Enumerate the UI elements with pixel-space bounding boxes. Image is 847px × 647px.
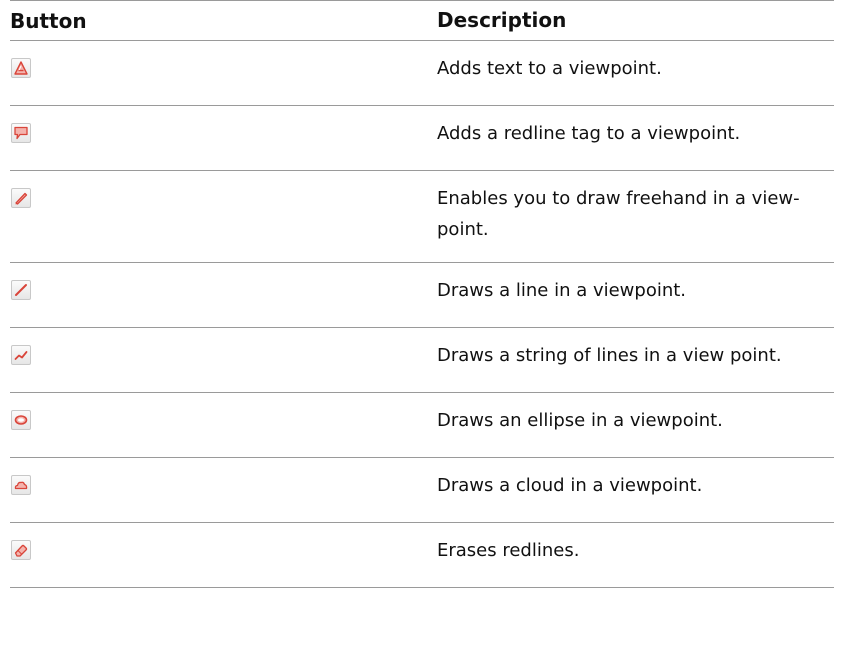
table-row: Erases redlines. xyxy=(10,523,834,588)
row-description: Draws a cloud in a viewpoint. xyxy=(437,475,703,496)
button-cell xyxy=(10,328,437,365)
header-button: Button xyxy=(10,8,87,33)
table-row: Draws an ellipse in a viewpoint. xyxy=(10,393,834,458)
row-description: Draws an ellipse in a viewpoint. xyxy=(437,410,723,431)
table-row: Draws a cloud in a viewpoint. xyxy=(10,458,834,523)
redline-tag-icon[interactable] xyxy=(11,123,31,143)
row-description: Enables you to draw freehand in a view-p… xyxy=(437,188,800,240)
table-row: Adds text to a viewpoint. xyxy=(10,41,834,106)
row-description: Erases redlines. xyxy=(437,540,580,561)
table-row: Draws a string of lines in a view point. xyxy=(10,328,834,393)
row-description: Draws a string of lines in a view point. xyxy=(437,345,782,366)
button-cell xyxy=(10,106,437,143)
table-row: Draws a line in a viewpoint. xyxy=(10,263,834,328)
ellipse-icon[interactable] xyxy=(11,410,31,430)
redline-text-icon[interactable] xyxy=(11,58,31,78)
table-row: Adds a redline tag to a viewpoint. xyxy=(10,106,834,171)
table-row: Enables you to draw freehand in a view-p… xyxy=(10,171,834,263)
header-description: Description xyxy=(437,8,567,32)
button-description-table: Button Description Adds text to a viewpo… xyxy=(10,0,834,588)
cloud-icon[interactable] xyxy=(11,475,31,495)
row-description: Adds text to a viewpoint. xyxy=(437,58,662,79)
table-header-row: Button Description xyxy=(10,0,834,41)
button-cell xyxy=(10,393,437,430)
line-string-icon[interactable] xyxy=(11,345,31,365)
eraser-icon[interactable] xyxy=(11,540,31,560)
draw-line-icon[interactable] xyxy=(11,280,31,300)
button-cell xyxy=(10,458,437,495)
row-description: Draws a line in a viewpoint. xyxy=(437,280,687,301)
button-cell xyxy=(10,171,437,208)
button-cell xyxy=(10,263,437,300)
freehand-pencil-icon[interactable] xyxy=(11,188,31,208)
row-description: Adds a redline tag to a viewpoint. xyxy=(437,123,741,144)
button-cell xyxy=(10,41,437,78)
button-cell xyxy=(10,523,437,560)
